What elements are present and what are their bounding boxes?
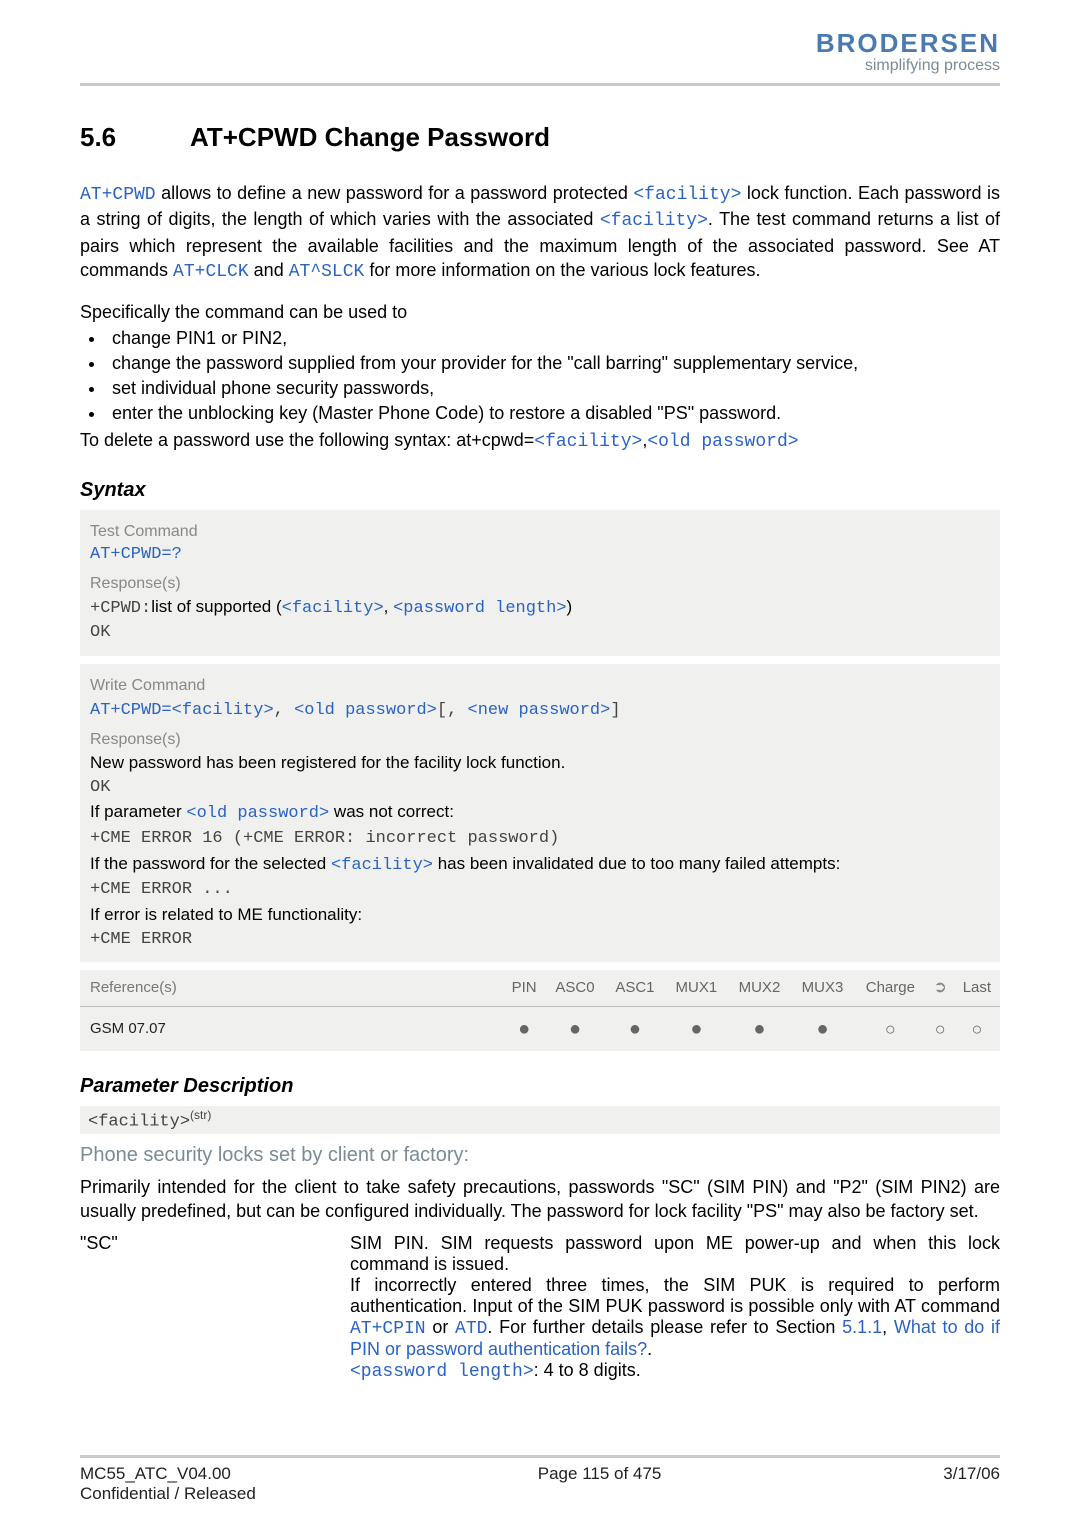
parameter-description-heading: Parameter Description (80, 1075, 1000, 1098)
write-command: AT+CPWD=<facility>, <old password>[, <ne… (90, 697, 990, 724)
list-item: set individual phone security passwords, (106, 378, 1000, 399)
section-ref-link[interactable]: 5.1.1 (842, 1317, 882, 1337)
param-facility: <facility> (633, 185, 741, 205)
col-pin: PIN (503, 970, 545, 1007)
dot-filled-icon: ● (605, 1007, 665, 1052)
list-item: change the password supplied from your p… (106, 353, 1000, 374)
ok-line: OK (90, 776, 990, 801)
list-item: enter the unblocking key (Master Phone C… (106, 403, 1000, 424)
cmd-atd: ATD (455, 1319, 487, 1339)
cmd-atcpin: AT+CPIN (350, 1319, 426, 1339)
col-charge: Charge (854, 970, 927, 1007)
test-command-label: Test Command (90, 520, 990, 543)
intro-paragraph: AT+CPWD allows to define a new password … (80, 181, 1000, 284)
col-asc1: ASC1 (605, 970, 665, 1007)
test-response: +CPWD:list of supported (<facility>, <pa… (90, 595, 990, 622)
usage-list: change PIN1 or PIN2, change the password… (80, 328, 1000, 424)
col-mux2: MUX2 (728, 970, 791, 1007)
delete-syntax-line: To delete a password use the following s… (80, 428, 1000, 454)
param-facility: <facility> (534, 432, 642, 452)
section-number: 5.6 (80, 122, 190, 153)
write-if-line: If parameter <old password> was not corr… (90, 800, 990, 827)
page-footer: MC55_ATC_V04.00 Confidential / Released … (80, 1446, 1000, 1504)
dot-filled-icon: ● (728, 1007, 791, 1052)
dot-filled-icon: ● (503, 1007, 545, 1052)
footer-left: MC55_ATC_V04.00 Confidential / Released (80, 1464, 256, 1504)
dot-empty-icon: ○ (854, 1007, 927, 1052)
cmd-atslck: AT^SLCK (289, 262, 365, 282)
page-header: BRODERSEN simplifying process (80, 28, 1000, 75)
section-title: 5.6AT+CPWD Change Password (80, 122, 1000, 153)
header-divider (80, 83, 1000, 86)
list-item: change PIN1 or PIN2, (106, 328, 1000, 349)
brand-logo: BRODERSEN (816, 28, 1000, 59)
col-mux3: MUX3 (791, 970, 854, 1007)
ok-line: OK (90, 621, 990, 646)
test-command-block: Test Command AT+CPWD=? Response(s) +CPWD… (80, 510, 1000, 656)
footer-right: 3/17/06 (943, 1464, 1000, 1504)
write-if-line: If the password for the selected <facili… (90, 852, 990, 879)
references-label: Reference(s) (80, 970, 503, 1007)
param-password-length: <password length> (350, 1362, 534, 1382)
dot-filled-icon: ● (791, 1007, 854, 1052)
footer-divider (80, 1455, 1000, 1458)
col-alarm: ➲ (927, 970, 954, 1007)
param-description: Primarily intended for the client to tak… (80, 1175, 1000, 1224)
syntax-heading: Syntax (80, 479, 1000, 502)
cmd-atcpwd: AT+CPWD (80, 185, 156, 205)
write-response-line: New password has been registered for the… (90, 751, 990, 776)
param-old-password: <old password> (647, 432, 798, 452)
response-label: Response(s) (90, 728, 990, 751)
reference-table: Reference(s) PIN ASC0 ASC1 MUX1 MUX2 MUX… (80, 970, 1000, 1051)
col-asc0: ASC0 (545, 970, 605, 1007)
param-facility: <facility> (600, 211, 708, 231)
dot-empty-icon: ○ (954, 1007, 1000, 1052)
cmd-atclck: AT+CLCK (173, 262, 249, 282)
alarm-icon: ➲ (934, 979, 947, 996)
param-sc-key: "SC" (80, 1233, 350, 1382)
cme-error-line: +CME ERROR ... (90, 878, 990, 903)
cme-error-line: +CME ERROR (90, 928, 990, 953)
col-mux1: MUX1 (665, 970, 728, 1007)
param-facility-header: <facility>(str) (80, 1106, 1000, 1134)
param-sc-desc: SIM PIN. SIM requests password upon ME p… (350, 1233, 1000, 1382)
reference-value: GSM 07.07 (80, 1007, 503, 1052)
cme-error-line: +CME ERROR 16 (+CME ERROR: incorrect pas… (90, 827, 990, 852)
section-text: AT+CPWD Change Password (190, 122, 550, 152)
brand-tagline: simplifying process (865, 57, 1000, 75)
write-if-line: If error is related to ME functionality: (90, 903, 990, 928)
dot-empty-icon: ○ (927, 1007, 954, 1052)
col-last: Last (954, 970, 1000, 1007)
write-command-block: Write Command AT+CPWD=<facility>, <old p… (80, 664, 1000, 962)
dot-filled-icon: ● (545, 1007, 605, 1052)
spec-intro: Specifically the command can be used to (80, 300, 1000, 324)
footer-center: Page 115 of 475 (538, 1464, 662, 1504)
response-label: Response(s) (90, 572, 990, 595)
param-subtitle: Phone security locks set by client or fa… (80, 1144, 1000, 1167)
test-command: AT+CPWD=? (90, 543, 990, 568)
param-sc-row: "SC" SIM PIN. SIM requests password upon… (80, 1233, 1000, 1382)
write-command-label: Write Command (90, 674, 990, 697)
dot-filled-icon: ● (665, 1007, 728, 1052)
